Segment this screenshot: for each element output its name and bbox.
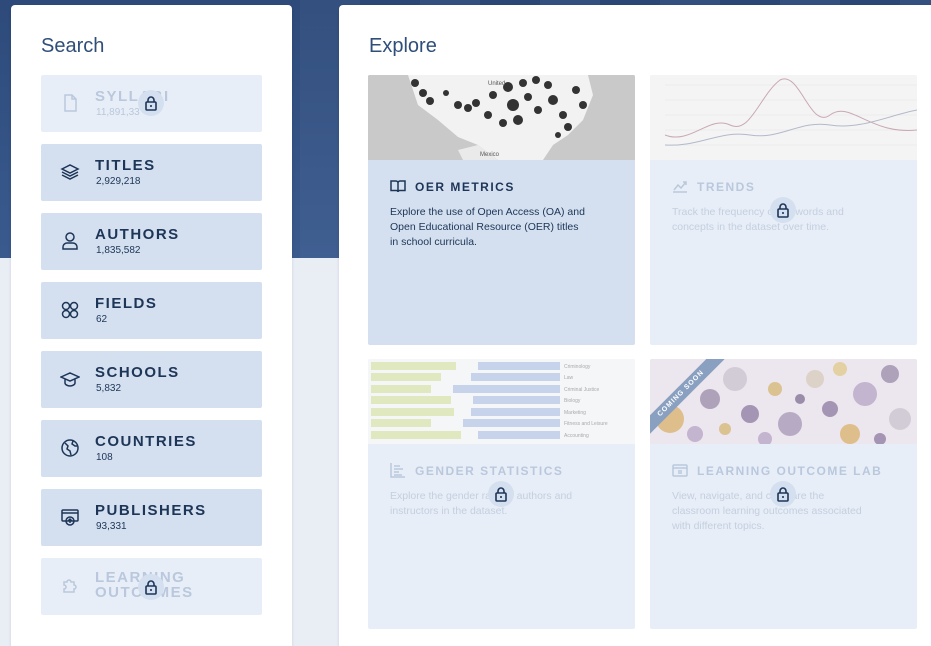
map-label-mexico: Mexico [480,152,500,158]
search-panel: Search SYLLABI 11,891,33 TITLES 2,929,21… [11,5,292,646]
person-icon [59,230,81,252]
publisher-icon [59,506,81,528]
bubble-thumbnail [650,359,917,444]
map-label-united: United [488,81,505,87]
card-learning-outcome-lab[interactable]: COMING SOON LEARNING OUTCOME LAB View, n… [650,359,917,629]
explore-title: Explore [369,35,437,57]
search-item-count: 108 [96,452,113,463]
bar-label: Criminal Justice [564,387,600,393]
search-item-count: 11,891,33 [96,107,140,118]
lab-icon [672,462,688,478]
bar-label: Accounting [564,433,589,439]
search-item-label: AUTHORS [95,226,180,243]
bar-chart-icon [390,462,406,478]
search-item-countries[interactable]: COUNTRIES 108 [41,420,262,477]
lock-icon [770,481,796,507]
bar-label: Biology [564,398,581,404]
search-item-count: 62 [96,314,108,325]
search-item-titles[interactable]: TITLES 2,929,218 [41,144,262,201]
search-item-label: COUNTRIES [95,433,197,450]
lock-icon [138,574,164,600]
bar-label: Marketing [564,410,586,416]
lock-icon [770,197,796,223]
card-description: Explore the use of Open Access (OA) and … [390,206,585,248]
search-item-fields[interactable]: FIELDS 62 [41,282,262,339]
lock-icon [488,481,514,507]
search-item-syllabi[interactable]: SYLLABI 11,891,33 [41,75,262,132]
card-title: GENDER STATISTICS [415,464,564,478]
search-item-label: SCHOOLS [95,364,180,381]
lock-icon [138,90,164,116]
search-item-count: 5,832 [96,383,122,394]
search-item-count: 2,929,218 [96,176,141,187]
search-title: Search [41,35,105,57]
search-item-count: 1,835,582 [96,245,141,256]
graduation-cap-icon [59,368,81,390]
search-item-label: TITLES [95,157,156,174]
search-item-label: PUBLISHERS [95,502,207,519]
bar-label: Law [564,375,574,381]
puzzle-icon [59,575,81,597]
trend-line-icon [672,178,688,194]
document-icon [59,92,81,114]
book-stack-icon [59,161,81,183]
gender-bar-thumbnail: Criminology Law Criminal Justice Biology… [368,359,635,444]
search-item-count: 93,331 [96,521,127,532]
search-item-label: FIELDS [95,295,158,312]
card-title: TRENDS [697,180,756,194]
search-item-authors[interactable]: AUTHORS 1,835,582 [41,213,262,270]
bar-label: Fitness and Leisure [564,421,608,427]
fields-icon [59,299,81,321]
card-title: OER METRICS [415,180,515,194]
card-trends[interactable]: TRENDS Track the frequency of keywords a… [650,75,917,345]
explore-panel: Explore United Mexico OER METRICS Explor… [339,5,931,646]
card-oer-metrics[interactable]: United Mexico OER METRICS Explore the us… [368,75,635,345]
search-item-learning-outcomes[interactable]: LEARNINGOUTCOMES [41,558,262,615]
search-item-publishers[interactable]: PUBLISHERS 93,331 [41,489,262,546]
open-book-icon [390,178,406,194]
us-map-thumbnail: United Mexico [368,75,635,160]
bar-label: Criminology [564,364,591,370]
search-item-schools[interactable]: SCHOOLS 5,832 [41,351,262,408]
card-title: LEARNING OUTCOME LAB [697,464,883,478]
card-gender-statistics[interactable]: Criminology Law Criminal Justice Biology… [368,359,635,629]
trend-chart-thumbnail [650,75,917,160]
globe-icon [59,437,81,459]
